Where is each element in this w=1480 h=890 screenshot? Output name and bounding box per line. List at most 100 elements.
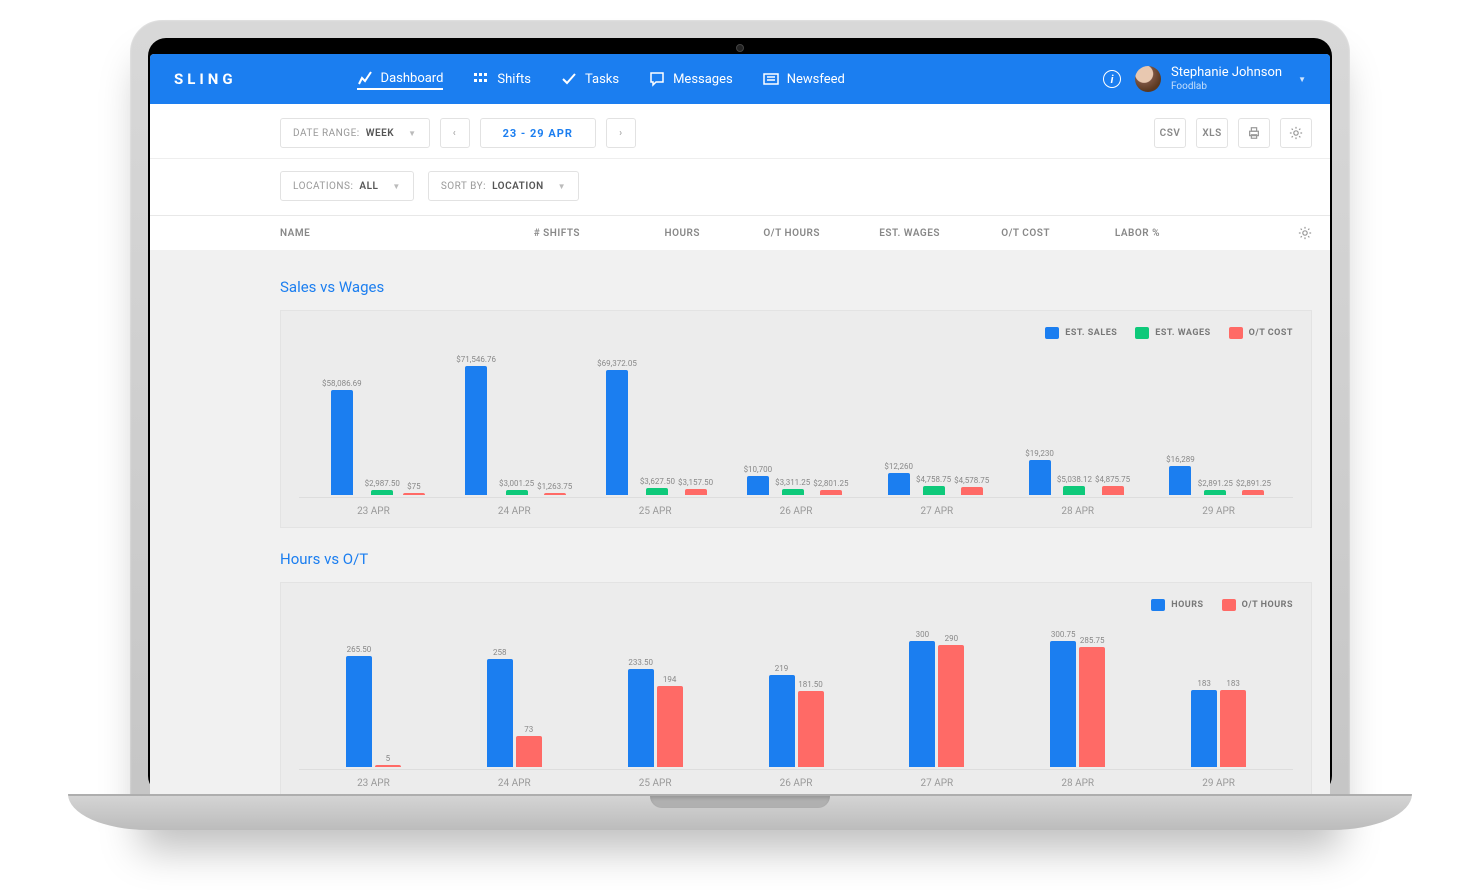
user-menu[interactable]: Stephanie Johnson Foodlab ▼ (1135, 66, 1306, 92)
bar: 183 (1191, 679, 1217, 767)
nav-tasks[interactable]: Tasks (561, 71, 619, 87)
bar-label: $4,578.75 (954, 476, 989, 485)
settings-button[interactable] (1280, 118, 1312, 148)
bar-group: 219181.50 (726, 664, 867, 767)
print-button[interactable] (1238, 118, 1270, 148)
x-tick: 28 APR (1007, 506, 1148, 517)
locations-value: ALL (359, 181, 378, 192)
chart-hours: HOURS O/T HOURS 265.50 5 25873 233.50 194 219… (280, 582, 1312, 794)
date-range-select[interactable]: DATE RANGE: WEEK ▼ (280, 118, 430, 148)
chart-sales-xaxis: 23 APR24 APR25 APR26 APR27 APR28 APR29 A… (299, 497, 1293, 517)
bar-rect (769, 675, 795, 767)
x-tick: 27 APR (866, 506, 1007, 517)
bar-rect (646, 488, 668, 495)
bar: $4,758.75 (916, 475, 951, 495)
bar-rect (909, 641, 935, 767)
bar-label: 233.50 (628, 658, 653, 667)
col-shifts: # SHIFTS (480, 228, 580, 239)
bar-label: $71,546.76 (456, 355, 496, 364)
user-name: Stephanie Johnson (1171, 66, 1282, 80)
locations-select[interactable]: LOCATIONS: ALL ▼ (280, 171, 414, 201)
legend-hours: HOURS (1151, 599, 1203, 611)
bar-label: 181.50 (798, 680, 823, 689)
screen-bezel: SLING Dashboard Shifts Tasks Messages (148, 38, 1332, 794)
chart-sales-bars: $58,086.69$2,987.50$75 $71,546.76 $3,001.2… (299, 345, 1293, 495)
laptop-base (68, 794, 1412, 830)
charts-content: Sales vs Wages EST. SALES EST. WAGES O/T… (150, 250, 1330, 794)
bar-group: 233.50 194 (585, 658, 726, 767)
nav-shifts-label: Shifts (497, 72, 531, 87)
bar-group: $58,086.69$2,987.50$75 (303, 379, 444, 495)
col-hours: HOURS (580, 228, 700, 239)
bar: $3,311.25 (775, 478, 810, 495)
bar-group: 25873 (444, 648, 585, 767)
bar-rect (961, 487, 983, 495)
bar-label: $3,157.50 (678, 478, 713, 487)
bar-label: $3,627.50 (640, 477, 675, 486)
chart-sales-title: Sales vs Wages (280, 278, 1312, 296)
bar: $2,891.25 (1236, 479, 1271, 495)
bar-rect (798, 691, 824, 767)
bar-rect (1220, 690, 1246, 767)
col-wages: EST. WAGES (820, 228, 940, 239)
export-csv-button[interactable]: CSV (1154, 118, 1186, 148)
laptop-frame: SLING Dashboard Shifts Tasks Messages (130, 20, 1350, 830)
bar-rect (487, 659, 513, 767)
bar-group: 183183 (1148, 679, 1289, 767)
bar-rect (331, 390, 353, 495)
bar-label: 258 (493, 648, 507, 657)
bar-label: 5 (386, 754, 391, 763)
chevron-down-icon: ▼ (558, 182, 566, 191)
bar: $12,260 (884, 462, 913, 495)
chart-hours-legend: HOURS O/T HOURS (299, 599, 1293, 611)
bar-label: 290 (945, 634, 959, 643)
bar-label: 194 (663, 675, 677, 684)
bar-rect (1242, 490, 1264, 495)
bar-rect (888, 473, 910, 495)
bar: $5,038.12 (1057, 475, 1092, 495)
legend-sales: EST. SALES (1045, 327, 1117, 339)
chart-sales-legend: EST. SALES EST. WAGES O/T COST (299, 327, 1293, 339)
bar-rect (1079, 647, 1105, 767)
info-icon[interactable]: i (1103, 70, 1121, 88)
prev-range-button[interactable]: ‹ (440, 118, 470, 148)
bar-rect (1063, 486, 1085, 495)
bar-rect (1050, 641, 1076, 767)
bar: 300 (909, 630, 935, 767)
table-header: NAME # SHIFTS HOURS O/T HOURS EST. WAGES… (150, 215, 1330, 250)
webcam (736, 44, 744, 52)
bar: $3,001.25 (499, 479, 534, 495)
x-tick: 25 APR (585, 778, 726, 789)
gear-icon[interactable] (1298, 226, 1312, 240)
user-text: Stephanie Johnson Foodlab (1171, 66, 1282, 91)
bar-label: 265.50 (347, 645, 372, 654)
bar: 265.50 (346, 645, 372, 767)
bar: 5 (375, 754, 401, 767)
user-company: Foodlab (1171, 81, 1282, 92)
date-range-value: WEEK (366, 128, 394, 139)
chart-hours-title: Hours vs O/T (280, 550, 1312, 568)
bar: 285.75 (1079, 636, 1105, 767)
avatar (1135, 66, 1161, 92)
bar-group: $19,230$5,038.12$4,875.75 (1007, 449, 1148, 495)
x-tick: 25 APR (585, 506, 726, 517)
nav-shifts[interactable]: Shifts (473, 71, 531, 87)
sort-label: SORT BY: (441, 181, 486, 192)
chart-sales: EST. SALES EST. WAGES O/T COST $58,086.6… (280, 310, 1312, 528)
sort-select[interactable]: SORT BY: LOCATION ▼ (428, 171, 579, 201)
app-screen: SLING Dashboard Shifts Tasks Messages (150, 54, 1330, 794)
bar: $2,891.25 (1198, 479, 1233, 495)
nav-newsfeed[interactable]: Newsfeed (763, 71, 845, 87)
nav-dashboard[interactable]: Dashboard (357, 70, 444, 90)
nav-messages[interactable]: Messages (649, 71, 733, 87)
next-range-button[interactable]: › (606, 118, 636, 148)
bar: $2,987.50 (365, 479, 400, 495)
bar-label: $4,758.75 (916, 475, 951, 484)
col-ot: O/T HOURS (700, 228, 820, 239)
export-xls-button[interactable]: XLS (1196, 118, 1228, 148)
bar-rect (606, 370, 628, 495)
bar: $71,546.76 (456, 355, 496, 495)
bar-label: $1,263.75 (537, 482, 572, 491)
current-range[interactable]: 23 - 29 APR (480, 118, 596, 148)
bar: $69,372.05 (597, 359, 637, 495)
